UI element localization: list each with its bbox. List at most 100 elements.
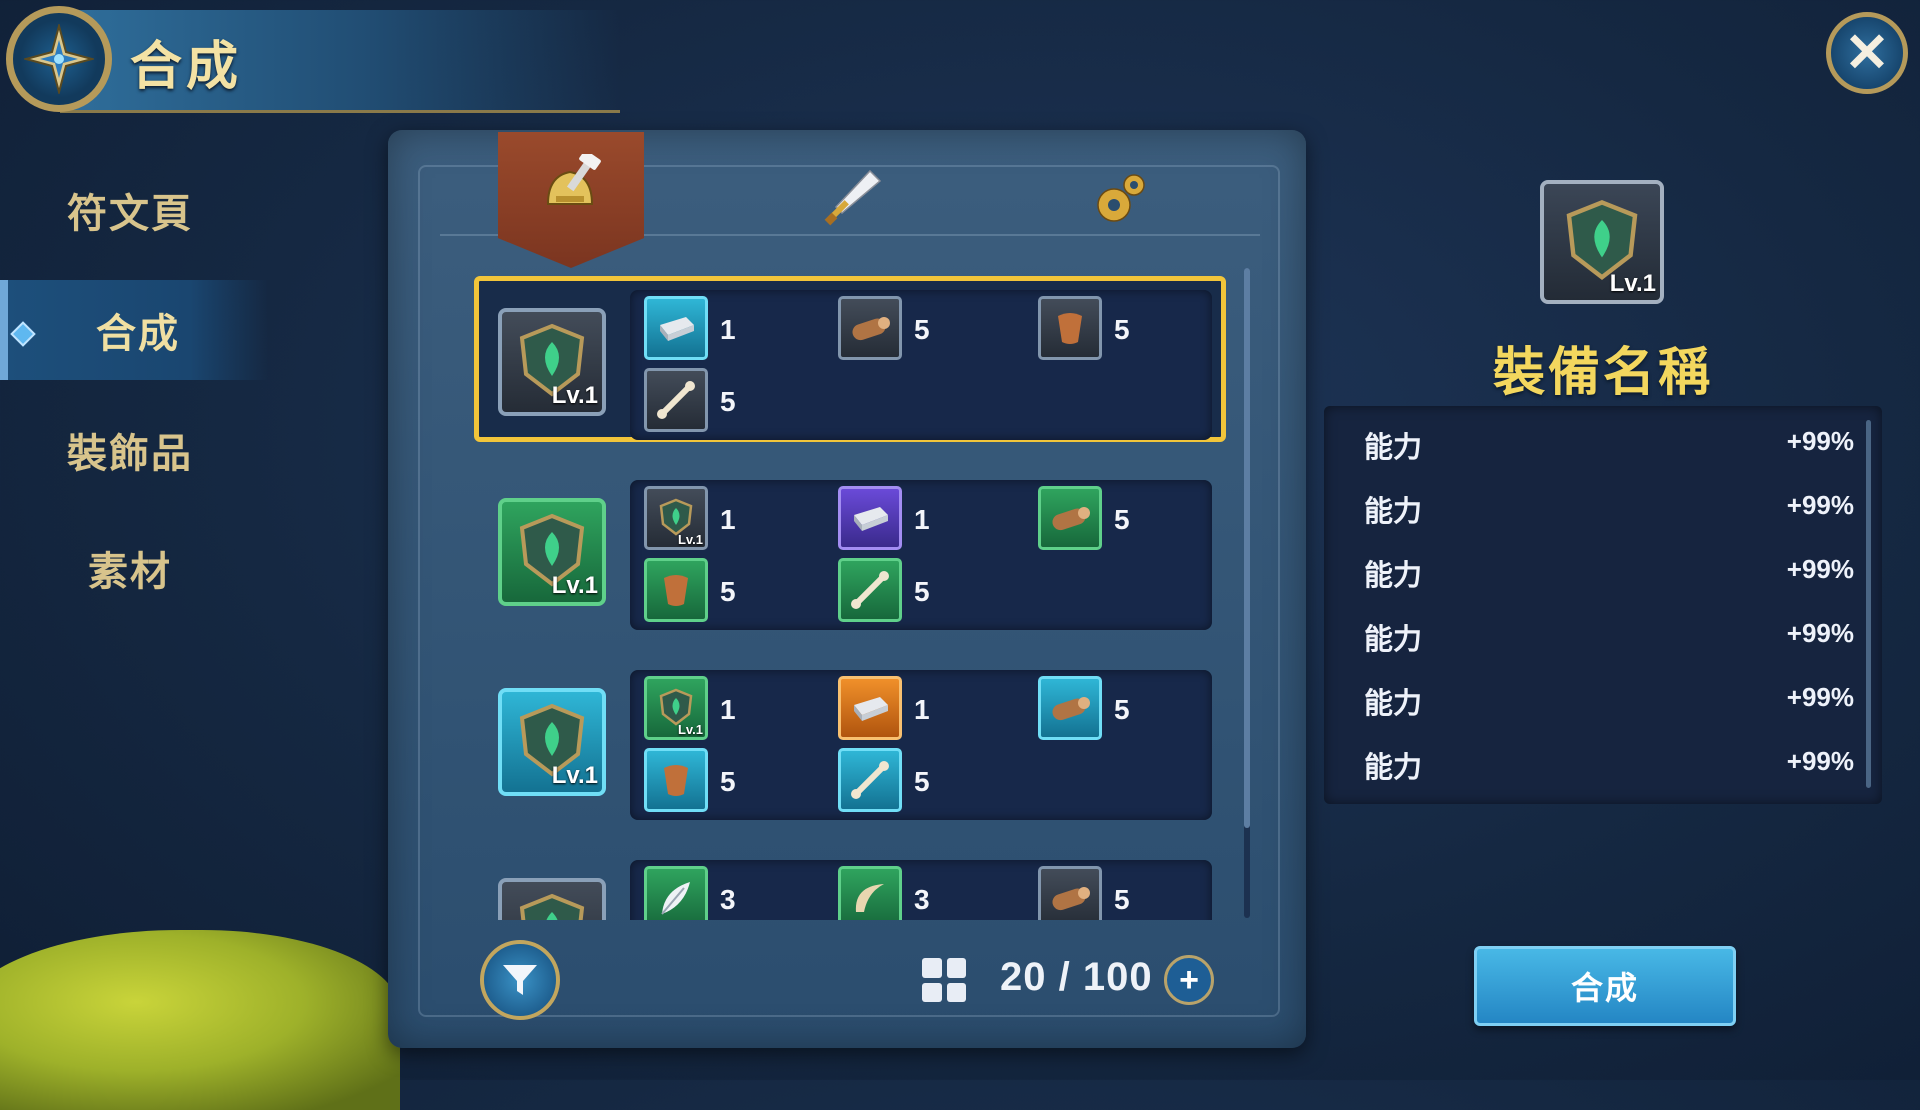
ingredient-qty: 3 <box>914 884 930 915</box>
rune-shield-icon <box>519 893 585 920</box>
iron-ingot-icon <box>838 676 902 740</box>
recipe-result-item[interactable]: Lv.1 <box>498 308 606 416</box>
scrollbar-thumb[interactable] <box>1244 268 1250 828</box>
expand-capacity-button[interactable]: + <box>1164 955 1214 1005</box>
ingredient-slot[interactable]: 1 <box>838 676 1038 746</box>
ingredient-qty: 1 <box>914 694 930 725</box>
ingredient-qty: 5 <box>720 386 736 417</box>
ingredient-slot[interactable]: 5 <box>644 748 844 818</box>
tab-weapon[interactable] <box>812 166 892 236</box>
stat-value: +99% <box>1786 426 1854 456</box>
ingredient-slot[interactable]: 1 <box>838 486 1038 556</box>
stat-row: 能力 +99% <box>1354 424 1854 464</box>
nav-item-label: 素材 <box>88 550 172 594</box>
ingredient-slot[interactable]: 5 <box>838 296 1038 366</box>
nav-item-accessories[interactable]: 裝飾品 <box>0 400 260 500</box>
ingredient-qty: 1 <box>914 504 930 535</box>
leather-icon <box>644 558 708 622</box>
sword-icon <box>820 167 884 236</box>
nav-item-materials[interactable]: 素材 <box>0 518 260 618</box>
recipe-row[interactable]: Lv.1 Lv.1 1 1 5 5 5 <box>420 650 1240 825</box>
stat-value: +99% <box>1786 682 1854 712</box>
stats-panel[interactable]: 能力 +99% 能力 +99% 能力 +99% 能力 +99% 能力 +99% … <box>1324 406 1882 804</box>
stat-value: +99% <box>1786 554 1854 584</box>
nav-item-label: 裝飾品 <box>67 432 193 476</box>
grass-decoration <box>0 930 400 1110</box>
ingredient-qty: 3 <box>720 884 736 915</box>
rune-shield-icon: Lv.1 <box>644 486 708 550</box>
inventory-grid-icon <box>922 958 966 1002</box>
stat-label: 能力 <box>1364 688 1423 720</box>
level-badge: Lv.1 <box>551 382 598 409</box>
feather-icon <box>644 866 708 920</box>
stat-value: +99% <box>1786 618 1854 648</box>
recipe-row[interactable]: Lv.1 Lv.1 1 1 5 5 5 <box>420 460 1240 635</box>
ingredient-qty: 5 <box>1114 884 1130 915</box>
stat-row: 能力 +99% <box>1354 488 1854 528</box>
ingredient-slot[interactable]: 5 <box>838 558 1038 628</box>
stat-row: 能力 +99% <box>1354 552 1854 592</box>
helmet-hammer-icon <box>536 154 606 218</box>
ingredient-slot[interactable]: 5 <box>1038 486 1238 556</box>
stat-label: 能力 <box>1364 432 1423 464</box>
ingredient-slot[interactable]: Lv.1 1 <box>644 676 844 746</box>
ingredient-qty: 5 <box>914 766 930 797</box>
bone-icon <box>644 368 708 432</box>
ingredient-qty: 5 <box>1114 504 1130 535</box>
recipe-list[interactable]: Lv.1 1 5 5 5 Lv.1 Lv.1 1 1 5 5 5 Lv.1 Lv… <box>420 270 1250 920</box>
stat-label: 能力 <box>1364 560 1423 592</box>
iron-ingot-icon <box>838 486 902 550</box>
bone-icon <box>838 748 902 812</box>
stats-scrollbar[interactable] <box>1866 420 1871 788</box>
level-badge: Lv.1 <box>677 722 703 737</box>
stat-value: +99% <box>1786 746 1854 776</box>
item-name: 裝備名稱 <box>1492 344 1713 402</box>
craft-button-label: 合成 <box>1570 970 1639 1006</box>
level-badge: Lv.1 <box>551 762 598 789</box>
close-button[interactable]: ✕ <box>1826 12 1908 94</box>
ingredient-slot[interactable]: Lv.1 1 <box>644 486 844 556</box>
stat-label: 能力 <box>1364 752 1423 784</box>
close-icon: ✕ <box>1844 23 1890 83</box>
stat-row: 能力 +99% <box>1354 680 1854 720</box>
tab-gear[interactable] <box>1080 166 1160 236</box>
recipe-result-item[interactable]: Lv.1 <box>498 498 606 606</box>
nav-item-craft[interactable]: 合成 <box>0 280 268 380</box>
ingredient-qty: 1 <box>720 314 736 345</box>
stat-value: +99% <box>1786 490 1854 520</box>
craft-button[interactable]: 合成 <box>1474 946 1736 1026</box>
recipe-result-item[interactable] <box>498 878 606 920</box>
ingredient-slot[interactable]: 5 <box>838 748 1038 818</box>
ingredient-slot[interactable]: 5 <box>644 368 844 438</box>
ingredient-qty: 1 <box>720 504 736 535</box>
ingredient-slot[interactable]: 3 <box>644 866 844 920</box>
recipe-row[interactable]: 3 3 5 <box>420 840 1240 920</box>
leather-icon <box>644 748 708 812</box>
level-badge: Lv.1 <box>677 532 703 547</box>
inventory-capacity: 20 / 100 <box>1000 955 1153 999</box>
page-title: 合成 <box>130 38 243 96</box>
ingredient-qty: 5 <box>914 314 930 345</box>
ingredient-qty: 1 <box>720 694 736 725</box>
level-badge: Lv.1 <box>1609 270 1656 297</box>
plus-icon: + <box>1179 961 1199 999</box>
filter-icon <box>503 965 537 995</box>
ingredient-slot[interactable]: 5 <box>1038 296 1238 366</box>
ingredient-slot[interactable]: 1 <box>644 296 844 366</box>
ingredient-qty: 5 <box>914 576 930 607</box>
nav-item-label: 符文頁 <box>67 192 193 236</box>
recipe-row[interactable]: Lv.1 1 5 5 5 <box>420 270 1240 445</box>
ingredient-slot[interactable]: 5 <box>644 558 844 628</box>
selected-item-icon: Lv.1 <box>1540 180 1664 304</box>
recipe-result-item[interactable]: Lv.1 <box>498 688 606 796</box>
compass-emblem-icon <box>6 6 112 112</box>
nav-item-label: 合成 <box>96 312 180 356</box>
stat-row: 能力 +99% <box>1354 616 1854 656</box>
ingredient-slot[interactable]: 3 <box>838 866 1038 920</box>
ingredient-slot[interactable]: 5 <box>1038 676 1238 746</box>
wood-log-icon <box>1038 486 1102 550</box>
nav-item-rune-page[interactable]: 符文頁 <box>0 160 260 260</box>
wood-log-icon <box>1038 866 1102 920</box>
filter-button[interactable] <box>480 940 560 1020</box>
ingredient-slot[interactable]: 5 <box>1038 866 1238 920</box>
